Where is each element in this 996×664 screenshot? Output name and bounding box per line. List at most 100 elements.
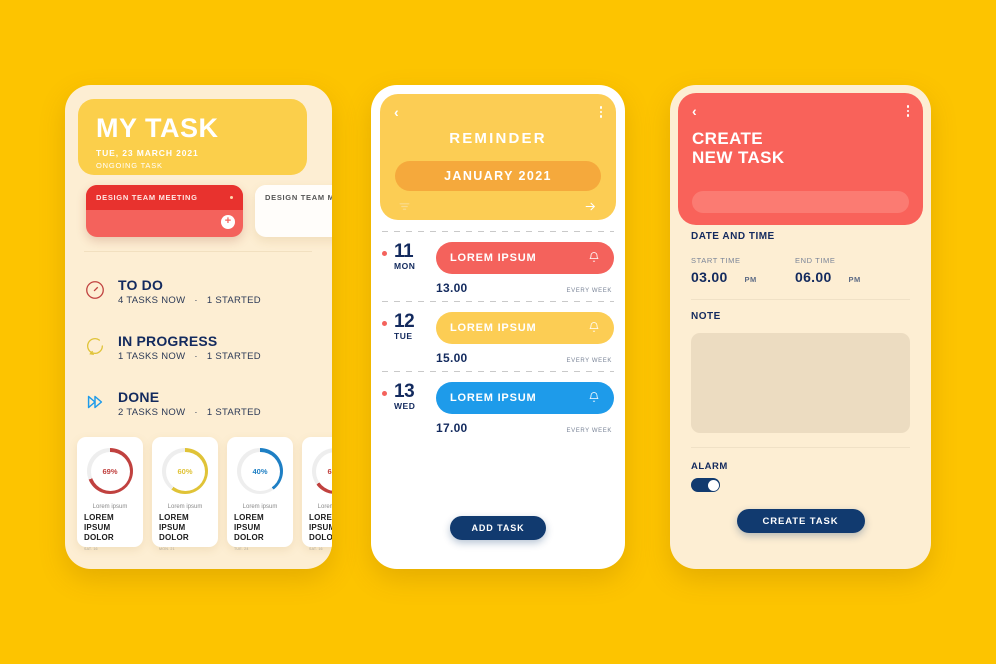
status-name: DONE	[118, 388, 160, 405]
progress-card[interactable]: 60% Lorem ipsum LOREM IPSUM DOLOR MON. 21	[152, 437, 218, 551]
bell-icon[interactable]	[588, 391, 600, 406]
reminder-item[interactable]: 11 MON LOREM IPSUM 13.00 EVERY WEEK	[382, 231, 614, 301]
status-started: 1 STARTED	[206, 294, 261, 306]
toggle-knob	[707, 479, 719, 491]
bell-icon[interactable]	[588, 321, 600, 336]
reminder-item[interactable]: 12 TUE LOREM IPSUM 15.00 EVERY WEEK	[382, 301, 614, 371]
phone-screen-reminder: ‹ REMINDER JANUARY 2021 11 MON LOREM IPSUM…	[371, 85, 625, 569]
header-date: TUE, 23 MARCH 2021	[96, 148, 199, 158]
phone-screen-create-task: ‹ CREATE NEW TASK DATE AND TIME START TI…	[670, 85, 931, 569]
divider	[84, 251, 312, 252]
add-task-button[interactable]: ADD TASK	[450, 516, 546, 540]
page-title: CREATE NEW TASK	[692, 129, 909, 167]
progress-ring: 65%	[312, 448, 332, 494]
double-chevron-icon	[84, 391, 118, 415]
reminder-label: LOREM IPSUM	[450, 252, 537, 264]
status-tasks: 2 TASKS NOW	[118, 406, 186, 418]
reminder-date: 13 WED	[394, 382, 436, 411]
reminder-weekday: TUE	[394, 331, 413, 341]
status-row-done[interactable]: DONE 2 TASKS NOW · 1 STARTED	[84, 375, 316, 431]
reminder-pill[interactable]: LOREM IPSUM	[436, 312, 614, 344]
dashed-divider	[382, 301, 614, 302]
reminder-repeat: EVERY WEEK	[566, 428, 612, 434]
arrow-right-icon[interactable]	[583, 200, 598, 218]
reminder-item[interactable]: 13 WED LOREM IPSUM 17.00 EVERY WEEK	[382, 371, 614, 441]
status-tasks: 1 TASKS NOW	[118, 350, 186, 362]
progress-card[interactable]: 40% Lorem ipsum LOREM IPSUM DOLOR TUE. 24	[227, 437, 293, 551]
reminder-pill[interactable]: LOREM IPSUM	[436, 242, 614, 274]
create-task-button[interactable]: CREATE TASK	[736, 509, 865, 533]
header-subtitle: ONGOING TASK	[96, 161, 163, 170]
status-meta: 4 TASKS NOW · 1 STARTED	[118, 295, 261, 306]
chevron-left-icon[interactable]: ‹	[692, 104, 697, 118]
page-title: REMINDER	[449, 130, 547, 147]
reminder-time: 13.00	[436, 281, 468, 295]
page-title-line2: NEW TASK	[692, 148, 785, 167]
kebab-menu-icon[interactable]	[906, 105, 909, 117]
status-meta: 2 TASKS NOW · 1 STARTED	[118, 407, 261, 418]
page-title: MY TASK	[96, 113, 219, 143]
reminder-label: LOREM IPSUM	[450, 322, 537, 334]
dashed-divider	[382, 231, 614, 232]
add-meeting-button[interactable]: +	[221, 215, 235, 229]
end-time-label: END TIME	[795, 256, 836, 265]
chevron-left-icon[interactable]: ‹	[394, 105, 399, 119]
reminder-repeat: EVERY WEEK	[566, 358, 612, 364]
reminder-date: 11 MON	[394, 242, 436, 271]
status-separator: ·	[194, 350, 198, 362]
meeting-card-top: DESIGN TEAM MEETING	[86, 185, 243, 210]
meeting-card-carousel[interactable]: DESIGN TEAM MEETING + DESIGN TEAM M	[65, 185, 332, 237]
status-meta: 1 TASKS NOW · 1 STARTED	[118, 351, 261, 362]
progress-percent: 60%	[177, 466, 193, 476]
progress-card[interactable]: 69% Lorem ipsum LOREM IPSUM DOLOR SAT. 16	[77, 437, 143, 551]
mockup-canvas: MY TASK TUE, 23 MARCH 2021 ONGOING TASK …	[0, 0, 996, 664]
progress-ring: 60%	[162, 448, 208, 494]
bell-icon[interactable]	[588, 251, 600, 266]
start-time-field[interactable]: START TIME 03.00 PM	[691, 256, 795, 285]
dashed-divider	[382, 371, 614, 372]
reminder-weekday: MON	[394, 261, 416, 271]
reminder-dot	[382, 251, 387, 256]
start-time-label: START TIME	[691, 256, 741, 265]
page-title-line1: CREATE	[692, 129, 764, 148]
start-time-value: 03.00	[691, 269, 728, 285]
time-fields: START TIME 03.00 PM END TIME 06.00 PM	[691, 256, 910, 285]
reminder-topbar: ‹	[394, 104, 602, 120]
progress-caption: Lorem ipsum	[242, 504, 278, 510]
reminder-weekday: WED	[394, 401, 416, 411]
meeting-card-primary[interactable]: DESIGN TEAM MEETING +	[86, 185, 243, 237]
reminder-dot	[382, 391, 387, 396]
reminder-header: ‹ REMINDER JANUARY 2021	[380, 94, 616, 220]
status-name: TO DO	[118, 276, 164, 293]
divider	[691, 447, 910, 448]
status-row-in-progress[interactable]: IN PROGRESS 1 TASKS NOW · 1 STARTED	[84, 319, 316, 375]
status-row-todo[interactable]: TO DO 4 TASKS NOW · 1 STARTED	[84, 263, 316, 319]
refresh-icon	[84, 335, 118, 359]
progress-micro-label: MON. 21	[159, 547, 175, 551]
create-task-topbar: ‹	[692, 103, 909, 119]
task-name-input[interactable]	[692, 191, 909, 213]
status-separator: ·	[194, 406, 198, 418]
divider	[691, 299, 910, 300]
meeting-card-label: DESIGN TEAM MEETING	[96, 193, 198, 202]
reminder-repeat: EVERY WEEK	[566, 288, 612, 294]
task-status-list: TO DO 4 TASKS NOW · 1 STARTED IN PROGRES…	[84, 263, 316, 431]
reminder-label: LOREM IPSUM	[450, 392, 537, 404]
alarm-label: ALARM	[691, 461, 728, 472]
meeting-card-label: DESIGN TEAM M	[265, 193, 332, 202]
date-time-section-title: DATE AND TIME	[691, 231, 775, 242]
kebab-menu-icon[interactable]	[599, 106, 602, 118]
progress-card[interactable]: 65% Lorem ipsum LOREM IPSUM DOLOR SAT. 16	[302, 437, 332, 551]
reminder-pill[interactable]: LOREM IPSUM	[436, 382, 614, 414]
note-textarea[interactable]	[691, 333, 910, 433]
alarm-toggle[interactable]	[691, 478, 720, 492]
filter-icon[interactable]	[398, 200, 411, 218]
meeting-card-secondary[interactable]: DESIGN TEAM M	[255, 185, 332, 237]
meeting-card-body	[255, 210, 332, 237]
month-selector[interactable]: JANUARY 2021	[395, 161, 601, 191]
end-time-field[interactable]: END TIME 06.00 PM	[795, 256, 899, 285]
progress-card-list[interactable]: 69% Lorem ipsum LOREM IPSUM DOLOR SAT. 16 60…	[65, 437, 332, 569]
progress-percent: 40%	[252, 466, 268, 476]
end-time-value-row: 06.00 PM	[795, 269, 899, 285]
start-time-value-row: 03.00 PM	[691, 269, 795, 285]
